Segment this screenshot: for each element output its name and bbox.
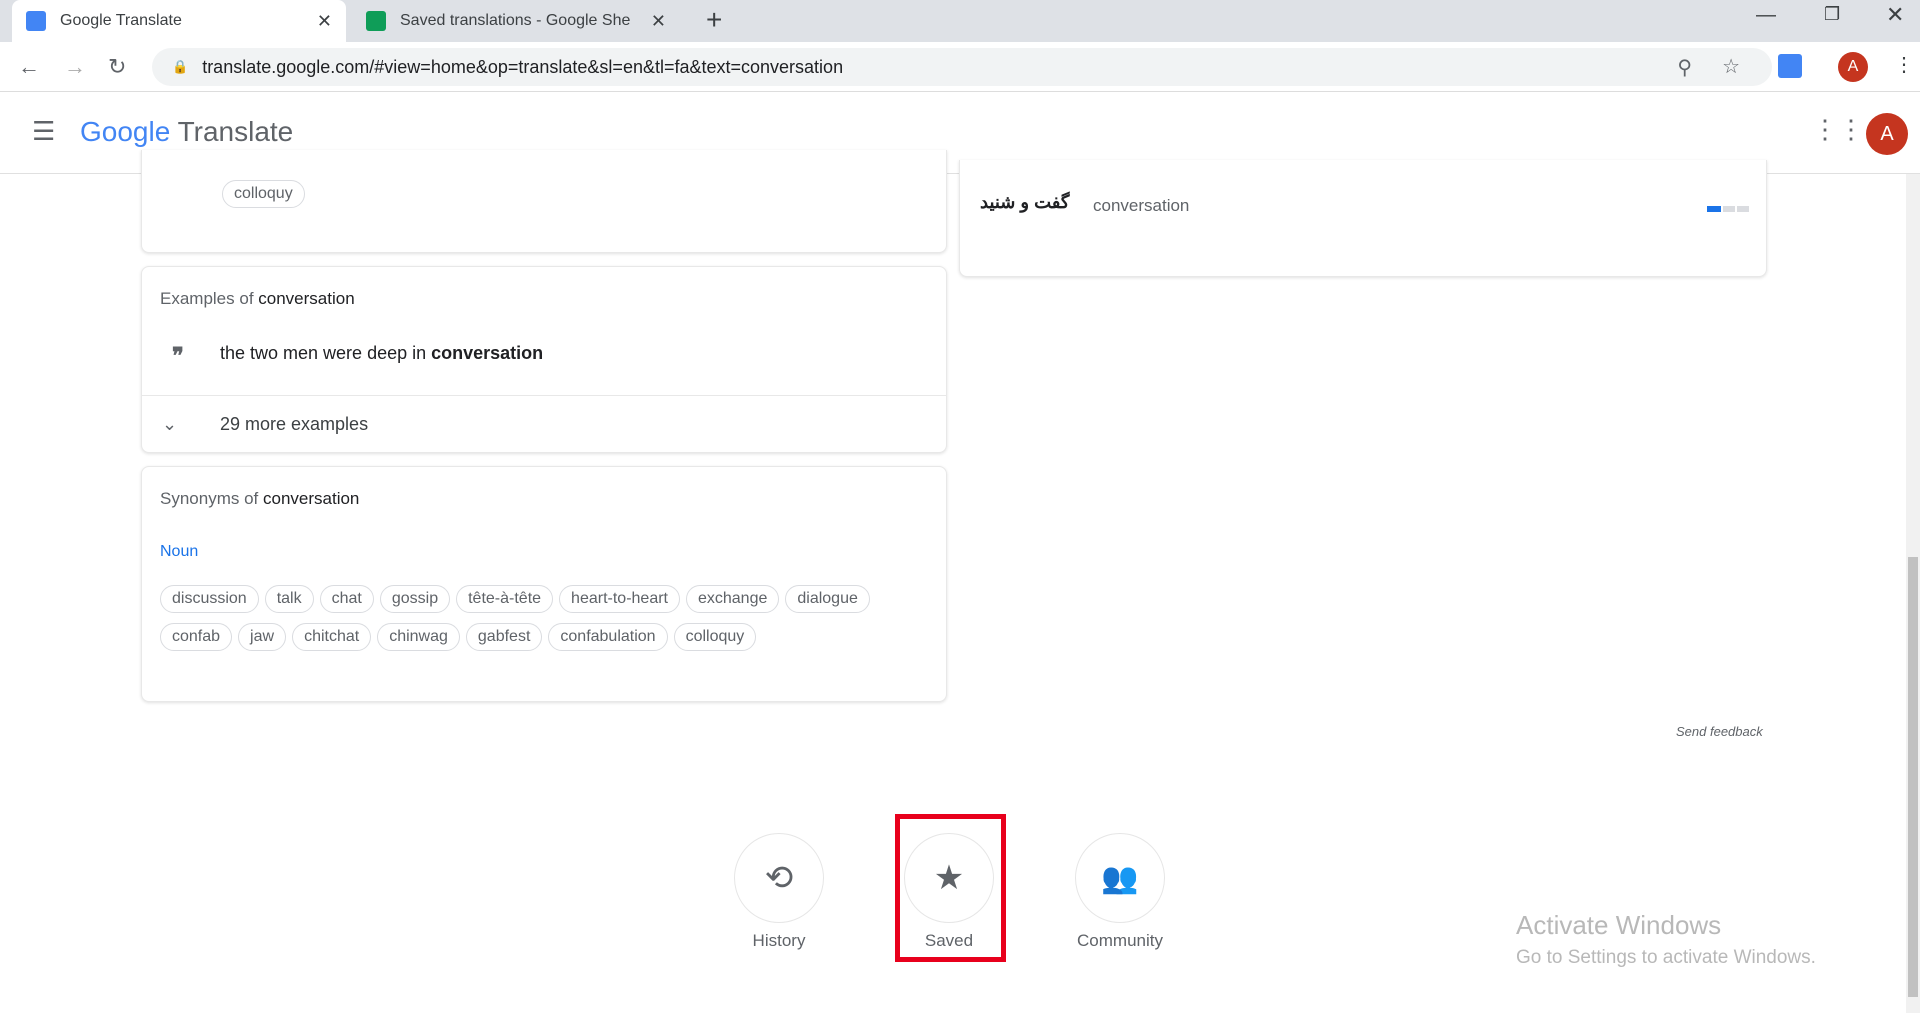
synonym-chip[interactable]: chinwag [377,623,460,651]
synonym-chip[interactable]: discussion [160,585,259,613]
highlight-box [895,814,1006,962]
frequency-indicator [1707,206,1749,212]
forward-button[interactable]: → [64,54,86,80]
url-bar[interactable]: 🔒 translate.google.com/#view=home&op=tra… [152,48,1772,86]
scrollbar-thumb[interactable] [1908,557,1918,997]
tab-title: Saved translations - Google She [400,12,631,29]
history-button[interactable]: ⟲ History [734,833,849,951]
new-tab-button[interactable]: + [706,4,722,36]
tab-strip: Google Translate ✕ Saved translations - … [0,0,1920,42]
account-avatar[interactable]: A [1866,113,1908,155]
profile-avatar[interactable]: A [1838,52,1868,82]
google-translate-logo[interactable]: Google Translate [80,116,293,148]
zoom-icon[interactable]: ⚲ [1677,55,1692,80]
google-translate-icon [26,11,46,31]
scrollbar[interactable] [1906,174,1920,1013]
examples-card: Examples of conversation ❞ the two men w… [141,266,947,453]
synonym-chip[interactable]: exchange [685,585,780,613]
translation-source: conversation [1093,196,1190,215]
url-text: translate.google.com/#view=home&op=trans… [202,56,844,77]
synonym-chip[interactable]: talk [264,585,314,613]
tab-google-translate[interactable]: Google Translate ✕ [12,0,346,42]
translations-card: گفت و شنید conversation [959,160,1767,277]
chevron-down-icon: ⌄ [162,413,178,434]
synonym-chip[interactable]: confab [160,623,233,651]
examples-heading: Examples of conversation [160,289,355,308]
synonym-chip[interactable]: dialogue [785,585,870,613]
part-of-speech: Noun [160,543,199,560]
minimize-button[interactable]: — [1756,4,1776,27]
quote-icon: ❞ [172,343,184,368]
top-card: colloquy [141,150,947,253]
activate-windows-watermark: Activate Windows Go to Settings to activ… [1516,910,1816,968]
lock-icon: 🔒 [172,59,189,74]
close-window-button[interactable]: ✕ [1886,2,1904,28]
synonym-chip[interactable]: gabfest [465,623,543,651]
synonym-chip[interactable]: gossip [379,585,451,613]
more-menu-icon[interactable]: ⋮ [1894,52,1914,77]
synonyms-card: Synonyms of conversation Noun discussion… [141,466,947,702]
address-bar-row: ← → ↻ 🔒 translate.google.com/#view=home&… [0,42,1920,92]
synonym-chip[interactable]: colloquy [673,623,757,651]
synonym-chip[interactable]: colloquy [222,180,305,208]
restore-button[interactable]: ❐ [1824,4,1840,25]
translate-extension-icon[interactable] [1778,54,1802,78]
synonyms-heading: Synonyms of conversation [160,489,360,508]
send-feedback-link[interactable]: Send feedback [1676,724,1763,739]
tab-saved-translations[interactable]: Saved translations - Google She ✕ [352,0,680,42]
history-icon: ⟲ [734,833,824,923]
community-icon: 👥 [1075,833,1165,923]
synonym-chip[interactable]: confabulation [548,623,668,651]
example-sentence: the two men were deep in conversation [220,343,544,363]
reload-button[interactable]: ↻ [108,54,126,80]
hamburger-menu-icon[interactable]: ☰ [32,116,55,147]
synonym-chip[interactable]: heart-to-heart [559,585,680,613]
community-button[interactable]: 👥 Community [1075,833,1190,951]
more-examples-button[interactable]: ⌄ 29 more examples [142,396,946,452]
close-tab-icon[interactable]: ✕ [317,11,332,32]
synonym-chip[interactable]: chitchat [292,623,372,651]
synonym-chip[interactable]: tête-à-tête [456,585,554,613]
translation-target[interactable]: گفت و شنید [980,192,1069,213]
google-sheets-icon [366,11,386,31]
synonym-chip[interactable]: chat [319,585,374,613]
back-button[interactable]: ← [18,54,40,80]
close-tab-icon[interactable]: ✕ [651,11,666,32]
tab-title: Google Translate [60,12,182,29]
bookmark-star-icon[interactable]: ☆ [1722,54,1740,79]
synonym-chip[interactable]: jaw [238,623,287,651]
